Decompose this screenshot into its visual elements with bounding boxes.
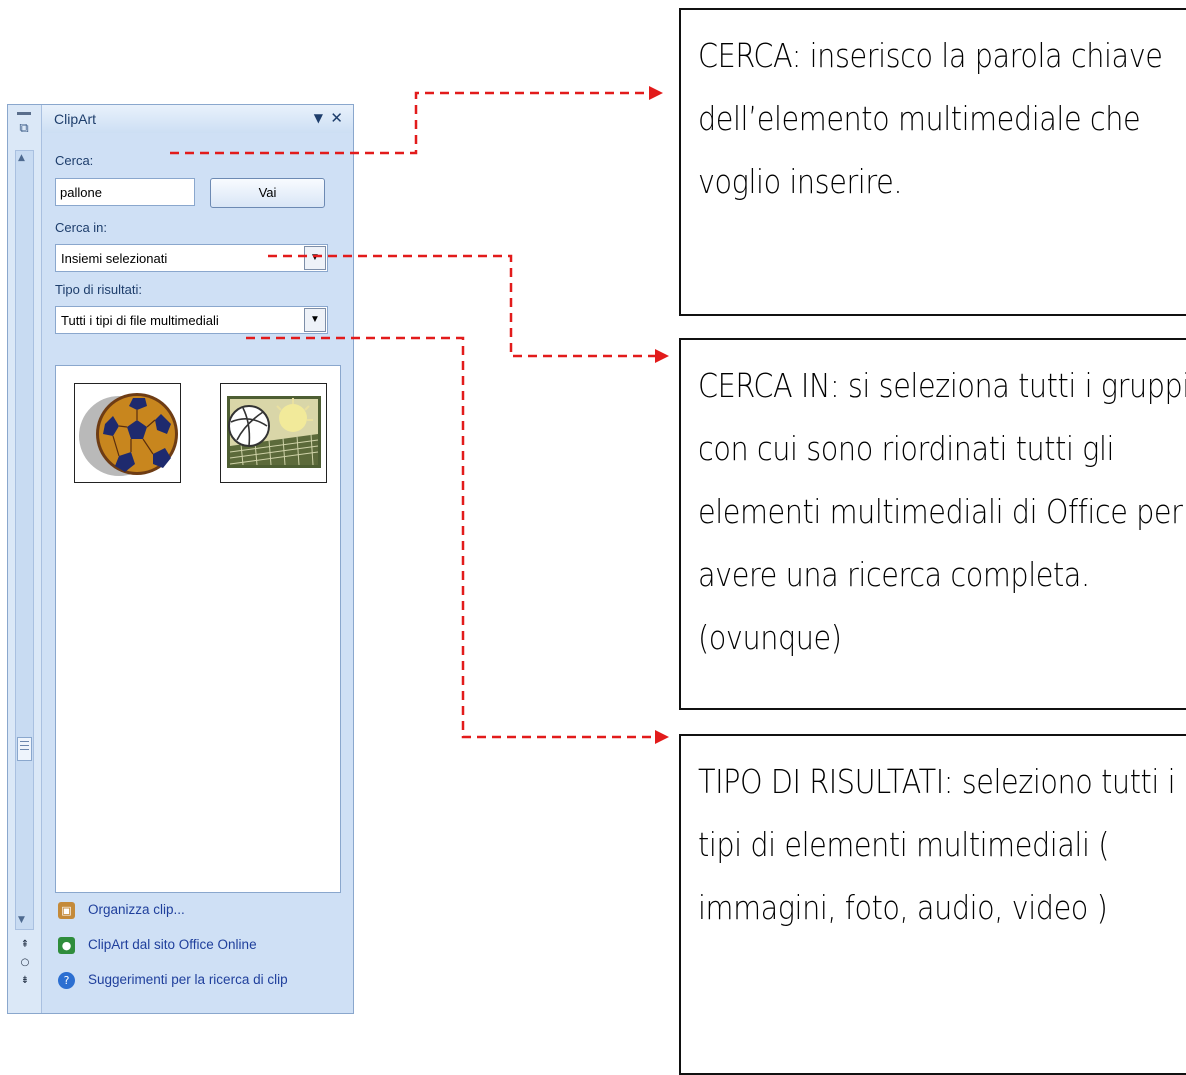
arrowhead-result-type	[655, 730, 669, 744]
connector-arrows	[170, 86, 669, 744]
connector-search	[170, 91, 650, 155]
arrowhead-search-in	[655, 349, 669, 363]
connector-search-in	[268, 254, 655, 358]
arrowhead-search	[649, 86, 663, 100]
connector-result-type	[246, 336, 655, 739]
